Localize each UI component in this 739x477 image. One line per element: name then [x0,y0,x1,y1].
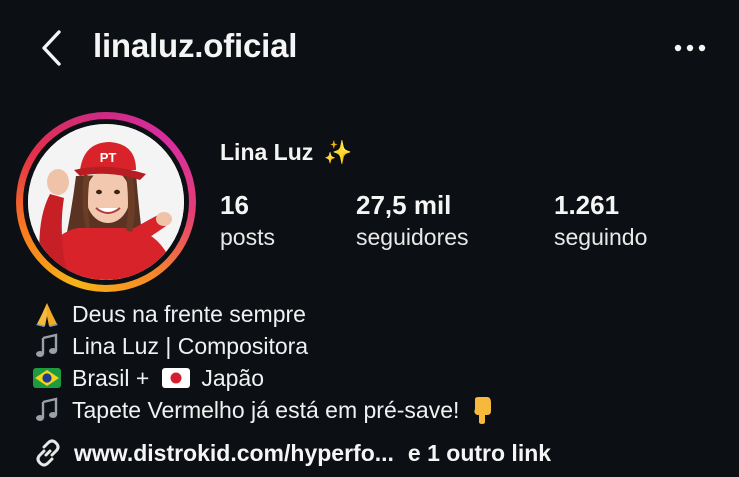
bio-text: Lina Luz | Compositora [72,332,309,359]
bio-text: Japão [201,364,265,391]
bio-text: Brasil + [72,364,150,391]
stat-following[interactable]: 1.261 seguindo [554,190,647,254]
pointing-down-icon [465,396,499,424]
profile-links: www.distrokid.com/hyperfo... e 1 outro l… [30,436,551,470]
avatar: PT [28,124,184,280]
bio-line: Brasil + Japão [30,362,507,394]
stat-followers-label: seguidores [356,224,469,250]
japan-flag-icon [159,364,193,392]
more-options-button[interactable] [668,30,712,66]
display-name: Lina Luz ✨ [220,139,352,166]
praying-hands-icon [30,300,64,328]
music-note-icon [30,396,64,424]
brazil-flag-icon [30,364,64,392]
link-icon [30,438,66,468]
music-note-icon [30,332,64,360]
avatar-photo: PT [28,124,184,280]
sparkles-emoji: ✨ [323,139,353,165]
stat-followers[interactable]: 27,5 mil seguidores [356,190,469,254]
bio-text: Deus na frente sempre [72,300,306,327]
stat-posts-value: 16 [220,190,249,220]
profile-header: linaluz.oficial [0,0,739,96]
display-name-text: Lina Luz [220,139,314,165]
cap-logo-text: PT [100,150,117,165]
stat-following-value: 1.261 [554,190,620,220]
bio-text: Tapete Vermelho já está em pré-save! [72,396,460,423]
primary-link[interactable]: www.distrokid.com/hyperfo... [74,440,394,467]
profile-username: linaluz.oficial [93,27,298,64]
bio-line: Deus na frente sempre [30,298,507,330]
profile-bio: Deus na frente sempre Lina Luz | Composi… [30,298,507,426]
stat-posts-label: posts [220,224,275,250]
chevron-left-icon [42,30,61,66]
stat-following-label: seguindo [554,224,648,250]
stat-followers-value: 27,5 mil [356,190,452,220]
avatar-story-ring[interactable]: PT [16,112,196,292]
more-links-button[interactable]: e 1 outro link [408,440,551,467]
more-horizontal-icon [674,44,706,52]
bio-line: Tapete Vermelho já está em pré-save! [30,394,507,426]
stat-posts[interactable]: 16 posts [220,190,275,254]
bio-line: Lina Luz | Compositora [30,330,507,362]
back-button[interactable] [34,28,68,68]
